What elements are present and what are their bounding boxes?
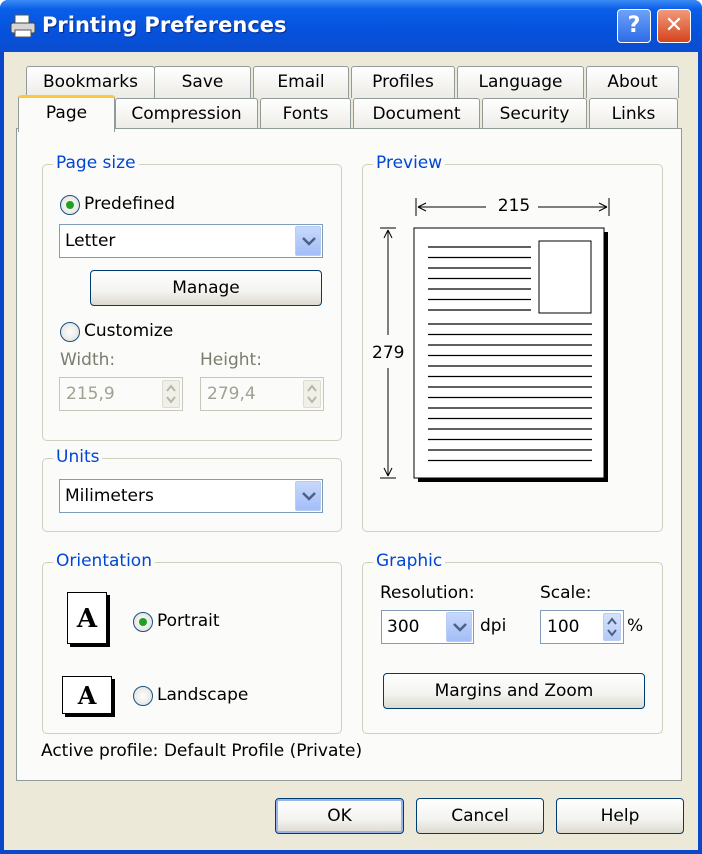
printer-icon <box>10 14 36 38</box>
scale-input[interactable]: 100 <box>540 610 624 644</box>
tab-links[interactable]: Links <box>589 98 678 130</box>
chevron-down-icon[interactable] <box>295 481 321 511</box>
customize-label: Customize <box>84 321 174 341</box>
page-size-label: Page size <box>53 153 139 173</box>
tab-page[interactable]: Page <box>18 95 115 132</box>
customize-radio[interactable]: Customize <box>60 320 220 346</box>
spin-arrows-icon[interactable] <box>603 613 621 641</box>
tab-bookmarks[interactable]: Bookmarks <box>26 66 155 98</box>
orientation-label: Orientation <box>53 551 155 571</box>
preview-label: Preview <box>373 153 446 173</box>
resolution-label: Resolution: <box>380 583 475 603</box>
spin-arrows-icon[interactable] <box>303 380 321 408</box>
width-input[interactable]: 215,9 <box>59 377 183 411</box>
tab-document[interactable]: Document <box>353 98 480 130</box>
spin-arrows-icon[interactable] <box>162 380 180 408</box>
tab-fonts[interactable]: Fonts <box>260 98 351 130</box>
printing-preferences-window: Printing Preferences ? ✕ Bookmarks Save … <box>0 0 702 854</box>
landscape-label: Landscape <box>157 685 249 705</box>
width-label: Width: <box>60 350 116 370</box>
tab-about[interactable]: About <box>586 66 679 98</box>
preview-height-dim: 279 <box>372 343 405 363</box>
chevron-down-icon[interactable] <box>446 612 472 642</box>
window-title: Printing Preferences <box>42 13 287 37</box>
paper-size-select[interactable]: Letter <box>59 224 323 258</box>
tab-email[interactable]: Email <box>253 66 349 98</box>
units-value: Milimeters <box>65 486 154 506</box>
percent-label: % <box>627 616 644 636</box>
ok-button[interactable]: OK <box>275 798 404 834</box>
landscape-radio[interactable]: Landscape <box>133 684 293 710</box>
portrait-label: Portrait <box>157 611 220 631</box>
help-button[interactable]: Help <box>556 798 684 834</box>
title-bar[interactable]: Printing Preferences ? ✕ <box>0 0 702 52</box>
landscape-radio-button[interactable] <box>133 686 153 706</box>
height-input[interactable]: 279,4 <box>200 377 324 411</box>
predefined-radio[interactable]: Predefined <box>60 193 220 219</box>
graphic-label: Graphic <box>373 551 446 571</box>
cancel-button[interactable]: Cancel <box>416 798 544 834</box>
tab-compression[interactable]: Compression <box>115 98 258 130</box>
tab-security[interactable]: Security <box>482 98 587 130</box>
height-value: 279,4 <box>207 384 256 404</box>
portrait-radio-button[interactable] <box>133 612 153 632</box>
paper-size-value: Letter <box>65 231 116 251</box>
units-label: Units <box>53 447 103 467</box>
scale-label: Scale: <box>540 583 592 603</box>
preview-width-dim: 215 <box>497 196 531 216</box>
landscape-page-icon: A <box>62 676 112 714</box>
resolution-value: 300 <box>387 617 420 637</box>
resolution-select[interactable]: 300 <box>381 610 474 644</box>
portrait-radio[interactable]: Portrait <box>133 610 273 636</box>
portrait-page-icon: A <box>67 592 107 644</box>
margins-and-zoom-button[interactable]: Margins and Zoom <box>383 673 645 709</box>
tab-save[interactable]: Save <box>154 66 251 98</box>
predefined-label: Predefined <box>84 194 176 214</box>
customize-radio-button[interactable] <box>60 322 80 342</box>
units-select[interactable]: Milimeters <box>59 479 323 513</box>
dpi-label: dpi <box>480 616 507 636</box>
chevron-down-icon[interactable] <box>295 226 321 256</box>
active-profile-text: Active profile: Default Profile (Private… <box>41 741 363 761</box>
help-icon[interactable]: ? <box>617 9 651 43</box>
width-value: 215,9 <box>66 384 115 404</box>
predefined-radio-button[interactable] <box>60 195 80 215</box>
tab-profiles[interactable]: Profiles <box>351 66 455 98</box>
close-icon[interactable]: ✕ <box>657 9 691 43</box>
height-label: Height: <box>200 350 262 370</box>
scale-value: 100 <box>547 617 580 637</box>
page-preview-diagram <box>380 198 610 482</box>
tab-language[interactable]: Language <box>457 66 584 98</box>
manage-button[interactable]: Manage <box>90 270 322 306</box>
